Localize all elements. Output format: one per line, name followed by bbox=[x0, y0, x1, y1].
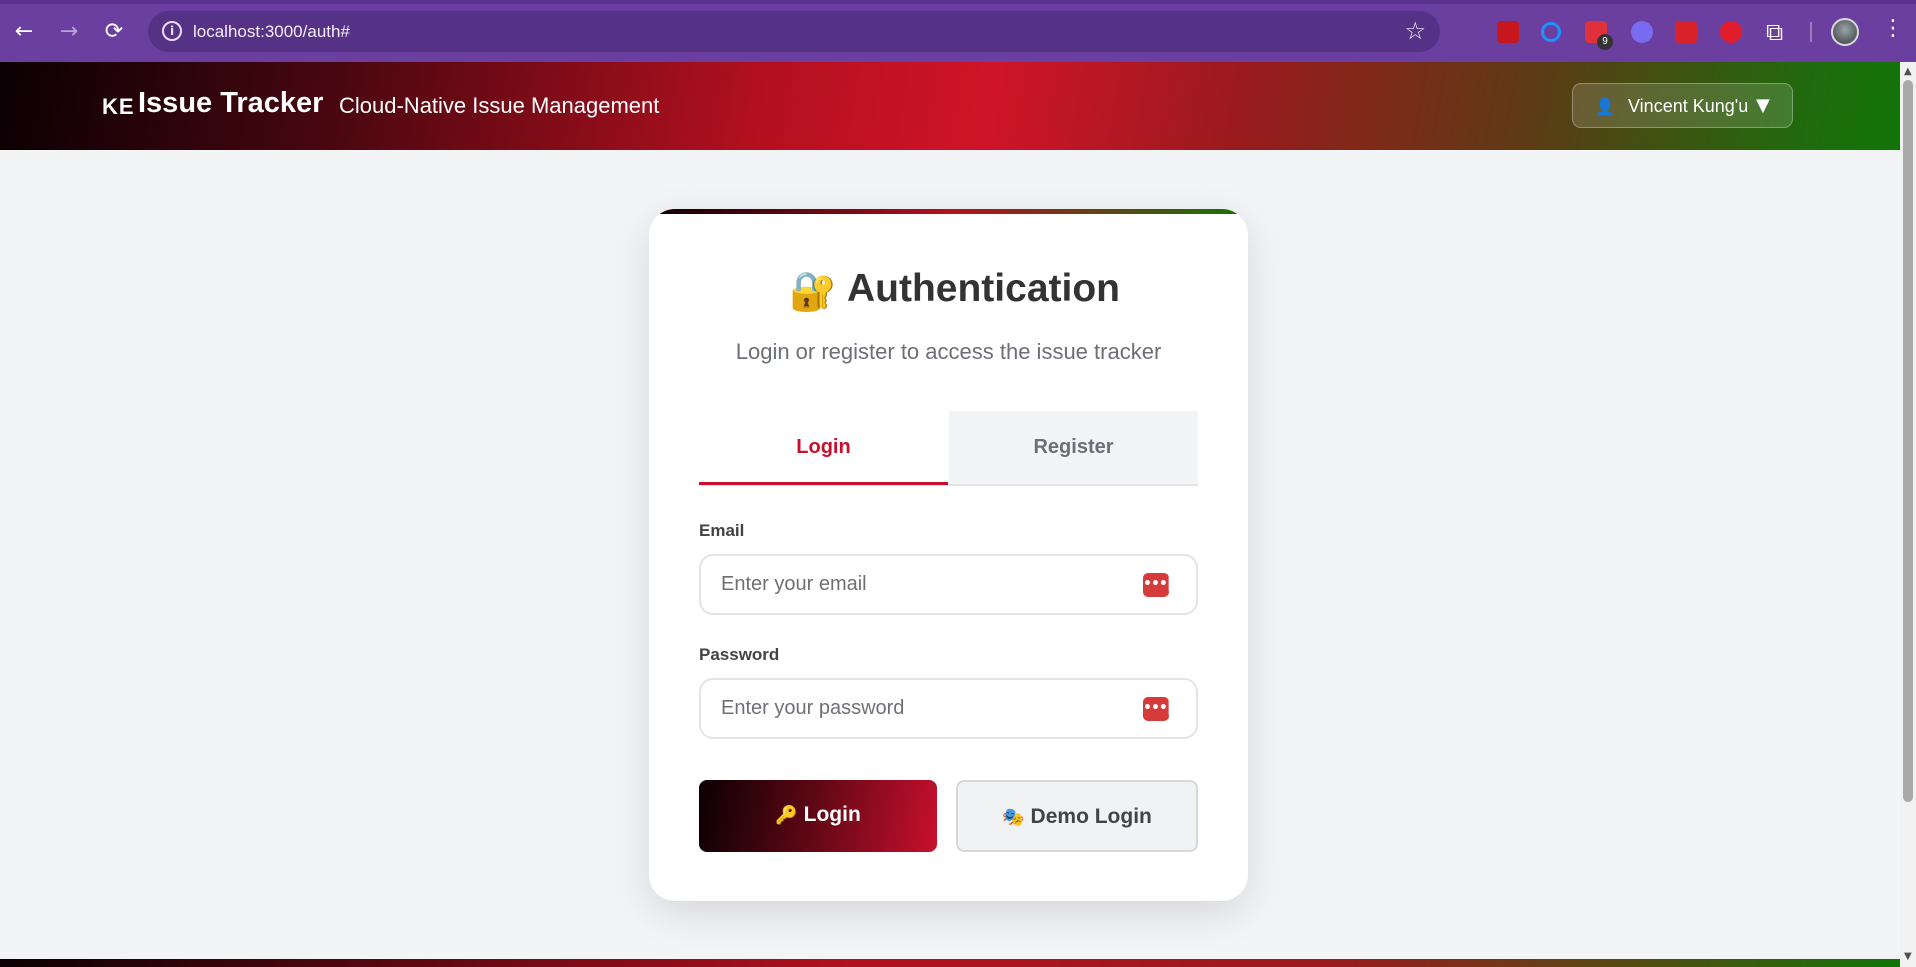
password-manager-icon[interactable]: •••| bbox=[1143, 697, 1172, 721]
browser-tab-strip bbox=[0, 0, 1916, 4]
site-info-icon[interactable]: i bbox=[162, 21, 182, 41]
user-icon: 👤 bbox=[1595, 97, 1615, 116]
email-label: Email bbox=[699, 521, 745, 540]
browser-toolbar: ← → ⟳ i localhost:3000/auth# ☆ 9 ⧉ ⋮ bbox=[0, 0, 1916, 62]
brain-extension-icon[interactable] bbox=[1631, 21, 1653, 43]
login-button[interactable]: 🔑 Login bbox=[699, 780, 937, 852]
user-name: Vincent Kung'u bbox=[1628, 96, 1749, 116]
extensions-puzzle-icon[interactable]: ⧉ bbox=[1766, 18, 1783, 46]
browser-menu-icon[interactable]: ⋮ bbox=[1882, 16, 1904, 41]
user-menu-button[interactable]: 👤 Vincent Kung'u ▼ bbox=[1572, 83, 1793, 128]
tab-register[interactable]: Register bbox=[949, 411, 1198, 484]
demo-login-button-label: Demo Login bbox=[1030, 805, 1152, 828]
password-manager-icon[interactable]: •••| bbox=[1143, 573, 1172, 597]
back-icon[interactable]: ← bbox=[12, 20, 36, 44]
app-title[interactable]: Issue Tracker bbox=[138, 87, 323, 120]
bookmark-star-icon[interactable]: ☆ bbox=[1404, 17, 1426, 45]
card-subtitle: Login or register to access the issue tr… bbox=[735, 339, 1162, 364]
extension-badge: 9 bbox=[1597, 34, 1613, 50]
email-field-wrapper[interactable]: •••| bbox=[699, 554, 1198, 615]
address-bar[interactable]: i localhost:3000/auth# ☆ bbox=[148, 11, 1440, 52]
app-subtitle: Cloud-Native Issue Management bbox=[339, 93, 660, 118]
auth-tabs: Login Register bbox=[699, 411, 1198, 486]
hand-extension-icon[interactable] bbox=[1720, 21, 1742, 43]
auth-card: 🔐 Authentication Login or register to ac… bbox=[649, 209, 1248, 901]
password-field-wrapper[interactable]: •••| bbox=[699, 678, 1198, 739]
key-icon: 🔑 bbox=[775, 805, 798, 826]
reload-icon[interactable]: ⟳ bbox=[102, 20, 126, 44]
blue-extension-icon[interactable] bbox=[1541, 22, 1561, 42]
profile-avatar[interactable] bbox=[1831, 18, 1859, 46]
lock-icon: 🔐 bbox=[789, 269, 837, 313]
tab-login[interactable]: Login bbox=[699, 411, 948, 485]
card-title: Authentication bbox=[847, 267, 1120, 310]
chevron-down-icon: ▼ bbox=[1756, 95, 1770, 116]
footer-accent-strip bbox=[0, 959, 1900, 967]
scroll-up-arrow[interactable]: ▲ bbox=[1904, 66, 1912, 77]
fast-forward-extension-icon[interactable] bbox=[1675, 21, 1697, 43]
page-scrollbar[interactable]: ▲ ▼ bbox=[1900, 62, 1916, 967]
email-input[interactable] bbox=[721, 556, 1121, 613]
url-text[interactable]: localhost:3000/auth# bbox=[193, 22, 350, 42]
login-button-label: Login bbox=[803, 803, 861, 826]
app-header: KE Issue Tracker Cloud-Native Issue Mana… bbox=[0, 62, 1900, 150]
card-accent-bar bbox=[649, 209, 1248, 214]
demo-login-button[interactable]: 🎭 Demo Login bbox=[956, 780, 1198, 852]
logo[interactable]: KE bbox=[102, 94, 135, 120]
password-label: Password bbox=[699, 645, 780, 664]
password-input[interactable] bbox=[721, 680, 1121, 737]
scroll-down-arrow[interactable]: ▼ bbox=[1904, 951, 1912, 962]
forward-icon[interactable]: → bbox=[57, 20, 81, 44]
scroll-thumb[interactable] bbox=[1903, 80, 1913, 802]
theater-masks-icon: 🎭 bbox=[1002, 807, 1025, 828]
pdf-extension-icon[interactable] bbox=[1497, 21, 1519, 43]
toolbar-divider bbox=[1810, 22, 1812, 42]
